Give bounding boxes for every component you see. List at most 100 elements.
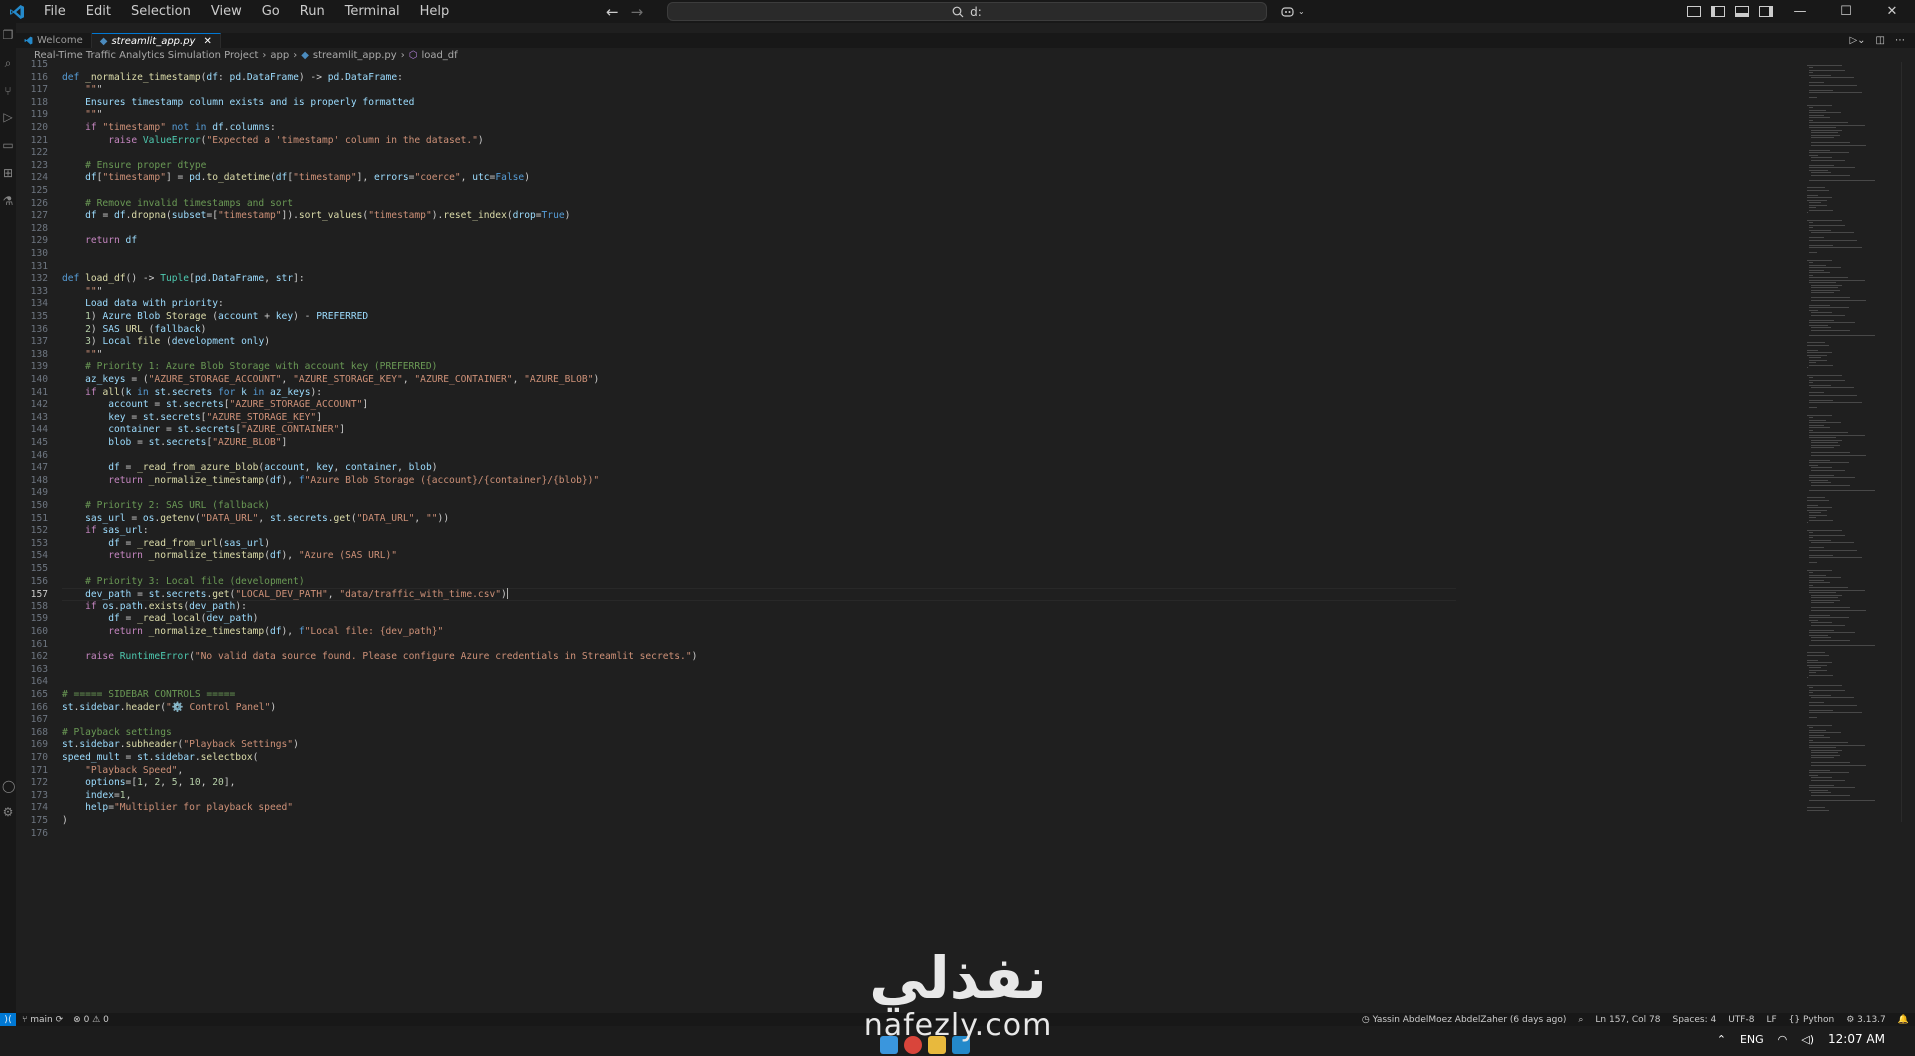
customize-layout-icon[interactable]	[1687, 6, 1701, 17]
toggle-panel-icon[interactable]	[1735, 6, 1749, 17]
code-line[interactable]: 167	[16, 714, 62, 727]
volume-icon[interactable]: ◁)	[1801, 1033, 1814, 1046]
code-line[interactable]: 143 key = st.secrets["AZURE_STORAGE_KEY"…	[16, 412, 322, 425]
command-center-search[interactable]: d:	[667, 2, 1267, 21]
close-icon[interactable]: ✕	[203, 36, 211, 47]
tab-streamlit-app[interactable]: ◆ streamlit_app.py ✕	[91, 33, 221, 48]
copilot-button[interactable]: ⌄	[1280, 0, 1305, 23]
code-line[interactable]: 140 az_keys = ("AZURE_STORAGE_ACCOUNT", …	[16, 374, 600, 387]
minimap[interactable]	[1805, 62, 1901, 822]
code-line[interactable]: 139 # Priority 1: Azure Blob Storage wit…	[16, 361, 438, 374]
code-line[interactable]: 156 # Priority 3: Local file (developmen…	[16, 576, 305, 589]
encoding[interactable]: UTF-8	[1728, 1015, 1754, 1025]
menu-item-file[interactable]: File	[34, 0, 76, 23]
zoom-icon[interactable]: ⌕	[1578, 1015, 1583, 1025]
code-line[interactable]: 147 df = _read_from_azure_blob(account, …	[16, 462, 438, 475]
editor-scrollbar[interactable]	[1901, 62, 1915, 822]
code-line[interactable]: 175)	[16, 815, 68, 828]
code-line[interactable]: 168 # Playback settings	[16, 727, 172, 740]
code-line[interactable]: 176	[16, 828, 62, 841]
code-line[interactable]: 128	[16, 223, 62, 236]
code-line[interactable]: 161	[16, 639, 62, 652]
code-line[interactable]: 155	[16, 563, 62, 576]
input-language[interactable]: ENG	[1740, 1033, 1764, 1046]
remote-explorer-icon[interactable]: ▭	[2, 139, 14, 151]
code-line[interactable]: 127 df = df.dropna(subset=["timestamp"])…	[16, 210, 571, 223]
maximize-icon[interactable]: ☐	[1823, 0, 1869, 23]
more-actions-icon[interactable]: ⋯	[1895, 35, 1905, 46]
code-line[interactable]: 134 Load data with priority:	[16, 298, 224, 311]
code-line[interactable]: 123 # Ensure proper dtype	[16, 160, 207, 173]
code-line[interactable]: 154 return _normalize_timestamp(df), "Az…	[16, 550, 397, 563]
tab-welcome[interactable]: Welcome	[16, 33, 92, 48]
code-line[interactable]: 135 1) Azure Blob Storage (account + key…	[16, 311, 369, 324]
source-control-icon[interactable]: ⑂	[2, 85, 14, 97]
code-line[interactable]: 117 """	[16, 84, 103, 97]
code-line[interactable]: 124 df["timestamp"] = pd.to_datetime(df[…	[16, 172, 530, 185]
language-mode[interactable]: {} Python	[1789, 1015, 1835, 1025]
code-line[interactable]: 131	[16, 261, 62, 274]
code-line[interactable]: 163	[16, 664, 62, 677]
minimize-icon[interactable]: —	[1777, 0, 1823, 23]
gear-icon[interactable]: ⚙	[2, 806, 14, 818]
end-of-line[interactable]: LF	[1766, 1015, 1776, 1025]
code-line[interactable]: 174 help="Multiplier for playback speed"	[16, 802, 293, 815]
code-editor[interactable]: 115 116 def _normalize_timestamp(df: pd.Da…	[16, 59, 1456, 839]
code-line[interactable]: 141 if all(k in st.secrets for k in az_k…	[16, 387, 322, 400]
code-line[interactable]: 166 st.sidebar.header("⚙️ Control Panel")	[16, 702, 276, 715]
problems-indicator[interactable]: ⊗ 0 ⚠ 0	[73, 1015, 109, 1025]
code-line[interactable]: 126 # Remove invalid timestamps and sort	[16, 198, 293, 211]
forward-arrow-icon[interactable]: →	[631, 3, 644, 21]
code-line[interactable]: 157 dev_path = st.secrets.get("LOCAL_DEV…	[16, 588, 508, 601]
code-line[interactable]: 173 index=1,	[16, 790, 132, 803]
menu-item-edit[interactable]: Edit	[76, 0, 121, 23]
chevron-up-icon[interactable]: ⌃	[1717, 1033, 1726, 1046]
menu-item-help[interactable]: Help	[410, 0, 460, 23]
code-line[interactable]: 159 df = _read_local(dev_path)	[16, 613, 259, 626]
code-line[interactable]: 172 options=[1, 2, 5, 10, 20],	[16, 777, 236, 790]
clock[interactable]: 12:07 AM	[1828, 1032, 1885, 1046]
run-debug-icon[interactable]: ▷	[2, 111, 14, 123]
menu-item-go[interactable]: Go	[252, 0, 290, 23]
breadcrumb-item[interactable]: Real-Time Traffic Analytics Simulation P…	[34, 50, 258, 61]
vscode-logo-icon[interactable]	[0, 0, 34, 23]
code-line[interactable]: 121 raise ValueError("Expected a 'timest…	[16, 135, 484, 148]
search-icon[interactable]: ⌕	[2, 57, 14, 69]
code-line[interactable]: 149	[16, 487, 62, 500]
code-line[interactable]: 119 """	[16, 109, 103, 122]
testing-icon[interactable]: ⚗	[2, 195, 14, 207]
explorer-icon[interactable]: ❐	[2, 29, 14, 41]
code-line[interactable]: 115	[16, 59, 62, 72]
code-line[interactable]: 116 def _normalize_timestamp(df: pd.DataF…	[16, 72, 403, 85]
code-line[interactable]: 137 3) Local file (development only)	[16, 336, 270, 349]
branch-indicator[interactable]: ⑂ main ⟳	[22, 1015, 63, 1025]
toggle-primary-sidebar-icon[interactable]	[1711, 6, 1725, 17]
code-line[interactable]: 164	[16, 676, 62, 689]
code-line[interactable]: 171 "Playback Speed",	[16, 765, 184, 778]
code-line[interactable]: 144 container = st.secrets["AZURE_CONTAI…	[16, 424, 345, 437]
menu-item-run[interactable]: Run	[290, 0, 335, 23]
back-arrow-icon[interactable]: ←	[606, 3, 619, 21]
run-file-icon[interactable]: ▷⌄	[1849, 35, 1865, 46]
accounts-icon[interactable]: ◯	[2, 780, 15, 792]
code-line[interactable]: 170 speed_mult = st.sidebar.selectbox(	[16, 752, 259, 765]
code-line[interactable]: 130	[16, 248, 62, 261]
code-line[interactable]: 129 return df	[16, 235, 137, 248]
cursor-position[interactable]: Ln 157, Col 78	[1595, 1015, 1660, 1025]
code-line[interactable]: 160 return _normalize_timestamp(df), f"L…	[16, 626, 444, 639]
code-line[interactable]: 151 sas_url = os.getenv("DATA_URL", st.s…	[16, 513, 449, 526]
wifi-icon[interactable]: ◠	[1778, 1033, 1788, 1046]
code-line[interactable]: 136 2) SAS URL (fallback)	[16, 324, 207, 337]
code-line[interactable]: 145 blob = st.secrets["AZURE_BLOB"]	[16, 437, 288, 450]
remote-indicator-icon[interactable]: ⟩⟨	[0, 1013, 16, 1026]
code-line[interactable]: 132 def load_df() -> Tuple[pd.DataFrame, …	[16, 273, 305, 286]
python-interpreter[interactable]: ⚙ 3.13.7	[1846, 1015, 1886, 1025]
breadcrumb-item[interactable]: streamlit_app.py	[313, 50, 397, 61]
toggle-secondary-sidebar-icon[interactable]	[1759, 6, 1773, 17]
code-line[interactable]: 133 """	[16, 286, 103, 299]
code-line[interactable]: 120 if "timestamp" not in df.columns:	[16, 122, 276, 135]
code-line[interactable]: 148 return _normalize_timestamp(df), f"A…	[16, 475, 600, 488]
code-line[interactable]: 118 Ensures timestamp column exists and …	[16, 97, 415, 110]
menu-item-terminal[interactable]: Terminal	[335, 0, 410, 23]
code-line[interactable]: 150 # Priority 2: SAS URL (fallback)	[16, 500, 270, 513]
